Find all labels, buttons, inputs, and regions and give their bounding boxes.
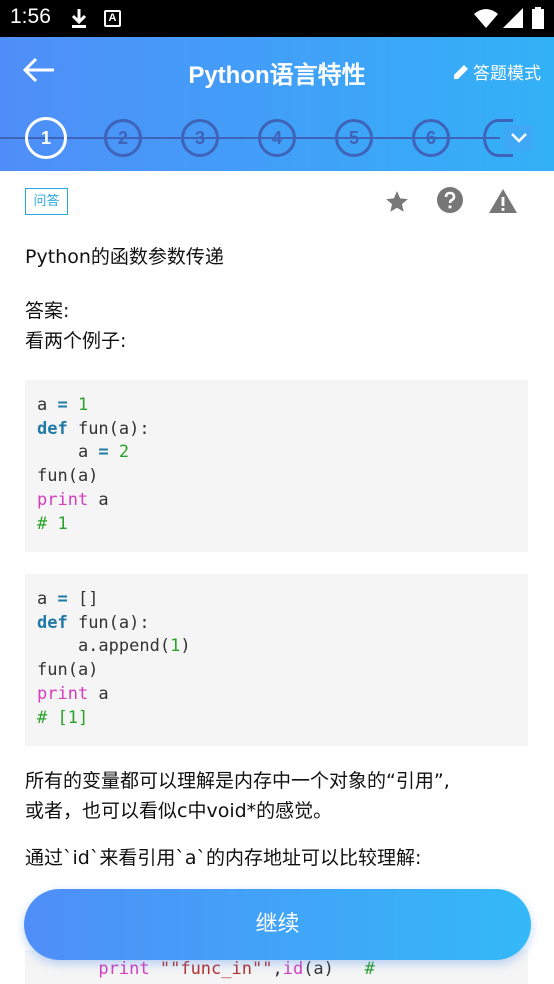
code-line: print a <box>37 683 109 704</box>
app-header: Python语言特性 答题模式 <box>0 37 554 105</box>
code-line: fun(a) <box>37 466 99 487</box>
help-icon[interactable] <box>436 186 464 214</box>
code-line: print a <box>37 489 109 510</box>
answer-paragraph-line-2: 或者，也可以看似c中void*的感觉。 <box>25 800 333 822</box>
step-2[interactable]: 2 <box>104 119 142 157</box>
step-4[interactable]: 4 <box>258 119 296 157</box>
code-line: fun(a) <box>37 660 99 681</box>
step-1[interactable]: 1 <box>25 117 67 159</box>
step-5[interactable]: 5 <box>335 119 373 157</box>
answer-mode-button[interactable]: 答题模式 <box>452 59 541 84</box>
wifi-icon <box>474 9 498 28</box>
answer-mode-label: 答题模式 <box>473 64 541 84</box>
code-line: def fun(a): <box>37 418 150 439</box>
question-stepper: 1 2 3 4 5 6 ( <box>0 105 554 171</box>
code-line: print ""func_in"",id(a) # <box>98 959 375 979</box>
code-line: # 1 <box>37 513 68 534</box>
code-line: a = 2 <box>37 442 130 463</box>
step-3[interactable]: 3 <box>181 119 219 157</box>
pencil-icon <box>454 64 468 79</box>
chevron-down-icon[interactable] <box>504 125 534 151</box>
question-type-badge: 问答 <box>25 188 68 215</box>
question-title: Python的函数参数传递 <box>25 246 224 268</box>
continue-button[interactable]: 继续 <box>24 889 531 960</box>
code-line: a = [] <box>37 589 99 609</box>
step-6[interactable]: 6 <box>412 119 450 157</box>
star-icon[interactable] <box>384 189 410 215</box>
signal-icon <box>503 8 523 28</box>
code-line: # [1] <box>37 707 89 728</box>
battery-icon <box>532 7 544 29</box>
answer-paragraph-2: 通过`id`来看引用`a`的内存地址可以比较理解: <box>25 847 422 869</box>
report-warning-icon[interactable] <box>488 188 518 214</box>
status-bar: 1:56 A <box>0 0 554 37</box>
answer-label: 答案: <box>25 300 70 322</box>
code-block-1: a = 1 def fun(a): a = 2 fun(a) print a # 1 <box>25 380 528 552</box>
code-block-2: a = [] def fun(a): a.append(1) fun(a) print… <box>25 574 528 746</box>
download-icon <box>71 9 87 28</box>
code-line: a.append(1) <box>37 636 191 657</box>
answer-paragraph-line-1: 所有的变量都可以理解是内存中一个对象的“引用”, <box>25 770 450 792</box>
code-line: def fun(a): <box>37 612 150 633</box>
accessibility-icon: A <box>104 10 121 27</box>
status-time: 1:56 <box>10 5 51 28</box>
code-line: a = 1 <box>37 395 89 415</box>
answer-intro: 看两个例子: <box>25 330 127 352</box>
